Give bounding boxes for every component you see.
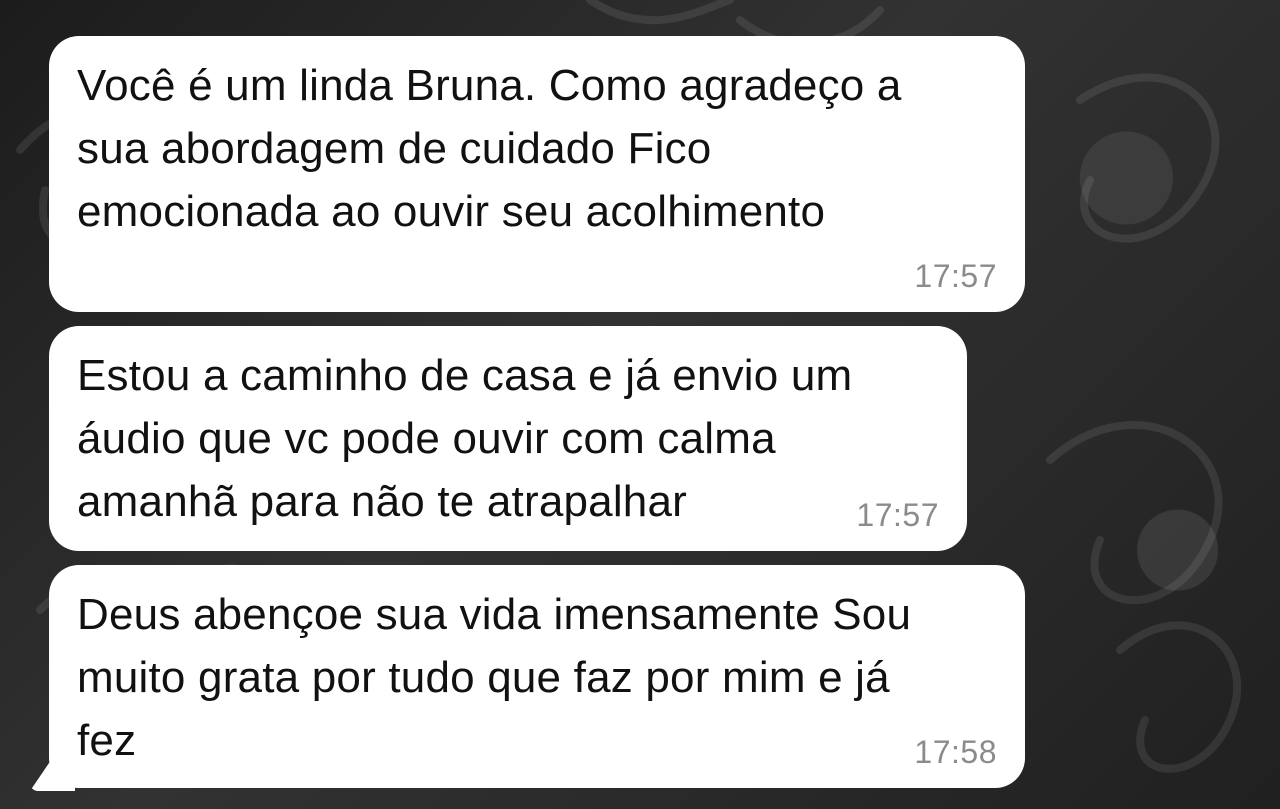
message-timestamp: 17:57 [856,497,939,533]
message-timestamp: 17:57 [914,258,997,294]
message-text: Você é um linda Bruna. Como agradeço a s… [77,61,902,236]
message-timestamp: 17:58 [914,734,997,770]
message-text: Estou a caminho de casa e já envio um áu… [77,351,853,526]
message-text: Deus abençoe sua vida imensamente Sou mu… [77,590,912,765]
incoming-message-bubble[interactable]: Você é um linda Bruna. Como agradeço a s… [49,36,1025,312]
chat-thread[interactable]: Você é um linda Bruna. Como agradeço a s… [0,0,1280,809]
incoming-message-bubble[interactable]: Deus abençoe sua vida imensamente Sou mu… [49,565,1025,788]
incoming-message-bubble[interactable]: Estou a caminho de casa e já envio um áu… [49,326,967,551]
